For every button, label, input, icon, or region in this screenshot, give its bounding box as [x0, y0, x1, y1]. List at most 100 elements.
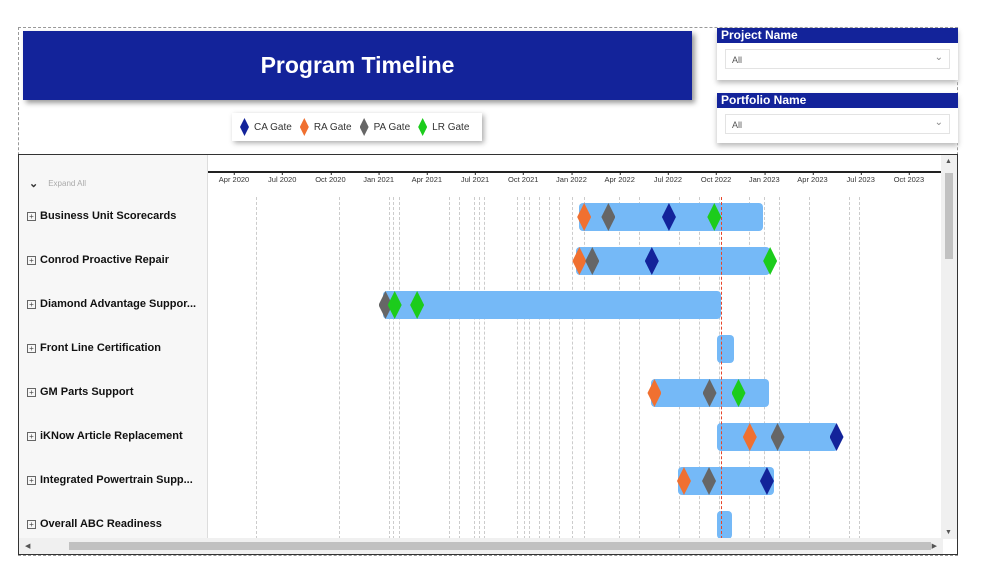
grid-line [459, 197, 460, 539]
project-name: Front Line Certification [40, 342, 161, 354]
axis-tick-label: Oct 2021 [508, 171, 539, 184]
scroll-left-icon[interactable]: ◀ [25, 542, 30, 550]
grid-line [549, 197, 550, 539]
axis-tick-label: Oct 2022 [700, 171, 732, 184]
axis-tick-label: Jul 2020 [268, 171, 297, 184]
row-label[interactable]: + iKNow Article Replacement [27, 430, 183, 442]
expand-row-icon[interactable]: + [27, 431, 36, 441]
grid-line [474, 197, 475, 539]
legend-item: CA Gate [240, 118, 292, 136]
grid-line [399, 197, 400, 539]
grid-line [524, 197, 525, 539]
grid-line [529, 197, 530, 539]
scroll-thumb[interactable] [69, 542, 931, 550]
legend-item: RA Gate [299, 118, 352, 136]
today-line [721, 197, 723, 539]
horizontal-scrollbar[interactable]: ◀ ▶ [19, 538, 943, 554]
expand-row-icon[interactable]: + [27, 519, 36, 529]
project-name: Business Unit Scorecards [40, 210, 177, 222]
legend-label: LR Gate [432, 121, 470, 133]
page-title: Program Timeline [23, 31, 692, 100]
slicer-title: Portfolio Name [717, 93, 958, 108]
portfolio-name-slicer: Portfolio Name All ⌄ [717, 93, 958, 143]
project-name: Diamond Advantage Suppor... [40, 298, 197, 310]
axis-tick-label: Oct 2023 [893, 171, 925, 184]
project-name: GM Parts Support [40, 386, 134, 398]
grid-line [559, 197, 560, 539]
axis-tick-label: Jan 2023 [748, 171, 780, 184]
grid-line [449, 197, 450, 539]
portfolio-name-dropdown[interactable]: All ⌄ [725, 114, 950, 134]
expand-row-icon[interactable]: + [27, 255, 36, 265]
time-axis: Apr 2020 Jul 2020 Oct 2020 Jan 2021 Apr 2021… [208, 171, 943, 197]
axis-tick-label: Jul 2021 [460, 171, 490, 184]
expand-row-icon[interactable]: + [27, 299, 36, 309]
project-bar[interactable] [716, 511, 732, 539]
vertical-scrollbar[interactable]: ▲ ▼ [941, 155, 957, 539]
diamond-icon [240, 118, 249, 136]
diamond-icon [299, 118, 309, 136]
project-name: Integrated Powertrain Supp... [40, 474, 193, 486]
chevron-down-icon: ⌄ [934, 117, 943, 128]
grid-line [517, 197, 518, 539]
axis-tick-label: Oct 2020 [315, 171, 346, 184]
project-name: Conrod Proactive Repair [40, 254, 169, 266]
axis-tick-label: Apr 2021 [411, 171, 443, 184]
timeline-visual: ⌄ Expand All + Business Unit Scorecards + Co… [18, 154, 958, 555]
project-name-dropdown[interactable]: All ⌄ [725, 49, 950, 69]
project-name-slicer: Project Name All ⌄ [717, 28, 958, 80]
expand-row-icon[interactable]: + [27, 475, 36, 485]
chevron-down-icon: ⌄ [934, 52, 943, 63]
scroll-up-icon[interactable]: ▲ [945, 158, 952, 165]
legend-label: CA Gate [254, 121, 292, 133]
row-labels: ⌄ Expand All + Business Unit Scorecards + Co… [19, 155, 208, 539]
project-bar[interactable] [716, 335, 734, 363]
row-label[interactable]: + Business Unit Scorecards [27, 210, 176, 222]
grid-line [393, 197, 394, 539]
dropdown-value: All [732, 55, 743, 65]
row-label[interactable]: + Integrated Powertrain Supp... [27, 474, 193, 486]
axis-tick-label: Jul 2023 [846, 171, 875, 184]
project-bar[interactable] [678, 467, 774, 495]
project-bar[interactable] [383, 291, 721, 319]
expand-row-icon[interactable]: + [27, 211, 36, 221]
axis-tick-label: Apr 2023 [797, 171, 828, 184]
legend: CA Gate RA Gate PA Gate LR Gate [232, 113, 482, 141]
row-label[interactable]: + Diamond Advantage Suppor... [27, 298, 196, 310]
row-label[interactable]: + Conrod Proactive Repair [27, 254, 169, 266]
axis-tick-label: Jul 2022 [653, 171, 683, 184]
axis-tick-label: Apr 2022 [604, 171, 635, 184]
expand-all-label: Expand All [48, 179, 87, 188]
expand-row-icon[interactable]: + [27, 343, 36, 353]
grid-line [479, 197, 480, 539]
legend-item: LR Gate [418, 118, 469, 136]
grid-line [859, 197, 860, 539]
grid-line [389, 197, 390, 539]
axis-line [208, 171, 943, 173]
diamond-icon [418, 118, 428, 136]
axis-tick-label: Apr 2020 [218, 171, 250, 184]
scroll-thumb[interactable] [945, 173, 953, 259]
project-bar[interactable] [575, 247, 771, 275]
chevron-down-icon: ⌄ [29, 178, 39, 190]
slicer-title: Project Name [717, 28, 958, 43]
grid-line [779, 197, 780, 539]
legend-label: PA Gate [373, 121, 411, 133]
expand-row-icon[interactable]: + [27, 387, 36, 397]
grid-line [809, 197, 810, 539]
project-name: iKNow Article Replacement [40, 430, 183, 442]
row-label[interactable]: + GM Parts Support [27, 386, 134, 398]
legend-label: RA Gate [313, 121, 352, 133]
grid-line [572, 197, 573, 539]
grid-line [256, 197, 257, 539]
project-name: Overall ABC Readiness [40, 518, 162, 530]
scroll-right-icon[interactable]: ▶ [932, 542, 937, 550]
grid-line [484, 197, 485, 539]
grid-line [339, 197, 340, 539]
legend-item: PA Gate [359, 118, 411, 136]
expand-all-button[interactable]: ⌄ Expand All [29, 177, 86, 190]
scroll-down-icon[interactable]: ▼ [945, 529, 952, 536]
row-label[interactable]: + Overall ABC Readiness [27, 518, 162, 530]
grid-line [539, 197, 540, 539]
row-label[interactable]: + Front Line Certification [27, 342, 161, 354]
